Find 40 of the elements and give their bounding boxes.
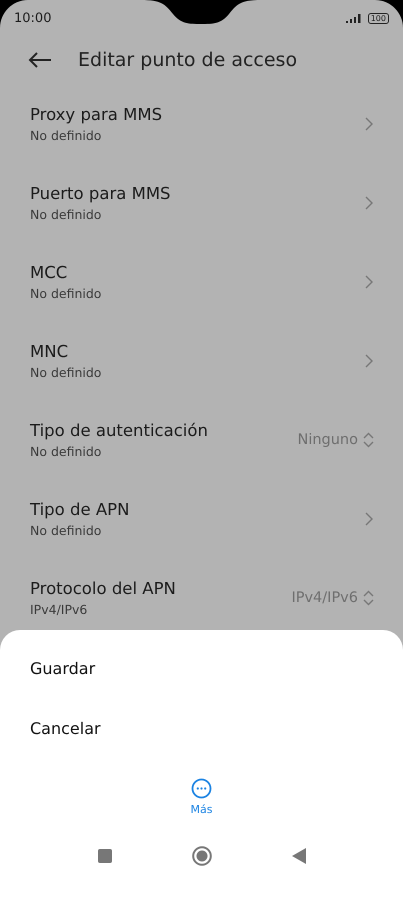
- back-icon[interactable]: [292, 848, 306, 864]
- setting-value: No definido: [30, 206, 102, 222]
- recents-icon[interactable]: [98, 849, 112, 863]
- chevron-right-icon: [365, 512, 373, 526]
- chevron-right-icon: [365, 196, 373, 210]
- setting-value: No definido: [30, 522, 102, 538]
- status-time: 10:00: [14, 10, 52, 26]
- setting-title: Puerto para MMS: [30, 184, 171, 202]
- setting-row[interactable]: Tipo de APN No definido: [0, 479, 403, 558]
- home-icon[interactable]: [192, 846, 212, 866]
- setting-row[interactable]: Tipo de autenticación No definido Ninguno: [0, 400, 403, 479]
- setting-title: Protocolo del APN: [30, 578, 176, 598]
- setting-title: Tipo de APN: [30, 500, 130, 518]
- setting-title: Tipo de autenticación: [30, 420, 208, 440]
- setting-value: No definido: [30, 286, 102, 300]
- battery-indicator: 100: [368, 12, 389, 24]
- menu-item[interactable]: Guardar: [0, 658, 403, 680]
- up-down-arrows-icon: [363, 590, 374, 606]
- setting-row[interactable]: MCC No definido: [0, 242, 403, 321]
- up-down-arrows-icon: [363, 432, 374, 448]
- setting-title: MCC: [30, 262, 68, 282]
- setting-title: MNC: [30, 342, 70, 360]
- dropdown-value: Ninguno: [297, 432, 358, 448]
- chevron-right-icon: [365, 354, 373, 368]
- chevron-right-icon: [365, 274, 373, 288]
- setting-value: No definido: [30, 444, 102, 458]
- menu-item[interactable]: Cancelar: [0, 718, 403, 740]
- setting-value: No definido: [30, 128, 102, 142]
- setting-row[interactable]: MNC No definido: [0, 321, 403, 400]
- back-button[interactable]: [28, 52, 52, 68]
- setting-row[interactable]: Puerto para MMS No definido: [0, 163, 403, 242]
- setting-value: IPv4/IPv6: [30, 602, 88, 616]
- setting-title: Proxy para MMS: [30, 104, 162, 124]
- dropdown-value: IPv4/IPv6: [291, 590, 358, 606]
- page-title: Editar punto de acceso: [78, 49, 298, 71]
- more-button[interactable]: Más: [190, 778, 212, 816]
- setting-row[interactable]: Proxy para MMS No definido: [0, 84, 403, 163]
- setting-value: No definido: [30, 364, 102, 380]
- chevron-right-icon: [365, 116, 373, 130]
- signal-icon: [346, 13, 363, 23]
